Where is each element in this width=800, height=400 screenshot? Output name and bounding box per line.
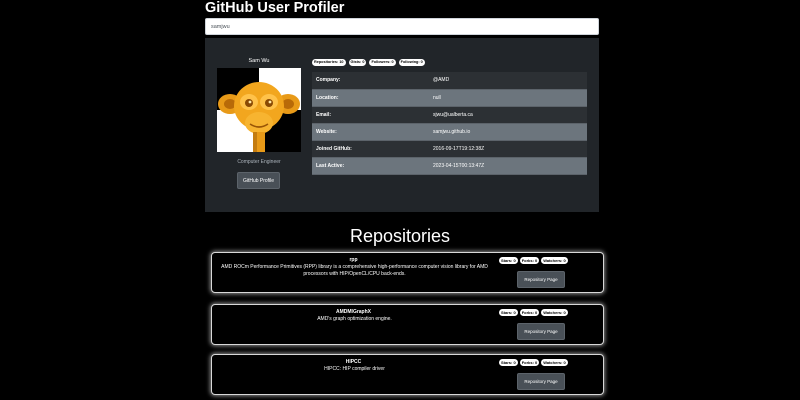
repo-name: AMDMIGraphX (336, 309, 371, 315)
repository-page-button[interactable]: Repository Page (517, 271, 565, 288)
company-value: @AMD (429, 72, 587, 90)
user-name: Sam Wu (248, 58, 270, 64)
table-row: Website: samjwu.github.io (312, 123, 587, 141)
profile-stats-badges: Repositories: 10 Gists: 0 Followers: 0 F… (312, 59, 425, 66)
table-row: Last Active: 2023-04-15T00:13:47Z (312, 157, 587, 175)
forks-badge: Forks: 0 (519, 257, 540, 264)
repo-card-hipcc: HIPCC HIPCC: HIP compiler driver Stars: … (211, 354, 604, 395)
monkey-head-icon (217, 68, 301, 152)
watchers-badge: Watchers: 0 (541, 359, 568, 366)
table-row: Location: null (312, 89, 587, 107)
repository-page-button[interactable]: Repository Page (517, 323, 565, 340)
joined-value: 2016-09-17T19:12:38Z (429, 140, 587, 158)
location-value: null (429, 89, 587, 107)
user-bio: Computer Engineer (237, 159, 281, 165)
last-active-value: 2023-04-15T00:13:47Z (429, 157, 587, 175)
repo-card-amdmigraphx: AMDMIGraphX AMD's graph optimization eng… (211, 304, 604, 345)
forks-badge: Forks: 0 (519, 309, 540, 316)
company-label: Company: (312, 72, 429, 90)
repo-description: HIPCC: HIP compiler driver (324, 366, 385, 372)
repo-stats: Stars: 0 Forks: 0 Watchers: 0 (499, 257, 568, 264)
website-label: Website: (312, 123, 429, 141)
website-value: samjwu.github.io (429, 123, 587, 141)
email-label: Email: (312, 106, 429, 124)
repositories-count-badge: Repositories: 10 (312, 59, 346, 66)
joined-label: Joined GitHub: (312, 140, 429, 158)
repo-stats: Stars: 0 Forks: 0 Watchers: 0 (499, 309, 568, 316)
watchers-badge: Watchers: 0 (541, 257, 568, 264)
repositories-heading: Repositories (349, 226, 451, 246)
following-count-badge: Following: 0 (398, 59, 425, 66)
stars-badge: Stars: 0 (499, 257, 518, 264)
table-row: Company: @AMD (312, 72, 587, 90)
username-search-input[interactable] (205, 18, 599, 35)
last-active-label: Last Active: (312, 157, 429, 175)
table-row: Joined GitHub: 2016-09-17T19:12:38Z (312, 140, 587, 158)
gists-count-badge: Gists: 0 (348, 59, 367, 66)
repo-description: AMD's graph optimization engine. (317, 316, 392, 322)
github-profile-button[interactable]: GitHub Profile (237, 172, 280, 189)
table-row: Email: sjwu@ualberta.ca (312, 106, 587, 124)
watchers-badge: Watchers: 0 (541, 309, 568, 316)
app-title: GitHub User Profiler (205, 0, 345, 16)
profile-details-table: Company: @AMD Location: null Email: sjwu… (312, 72, 587, 175)
repo-description: AMD ROCm Performance Primitives (RPP) li… (221, 264, 488, 277)
followers-count-badge: Followers: 0 (369, 59, 396, 66)
repo-card-rpp: rpp AMD ROCm Performance Primitives (RPP… (211, 252, 604, 293)
repo-name: HIPCC (345, 359, 362, 365)
repo-stats: Stars: 0 Forks: 0 Watchers: 0 (499, 359, 568, 366)
stars-badge: Stars: 0 (499, 359, 518, 366)
forks-badge: Forks: 0 (519, 359, 540, 366)
avatar (217, 68, 301, 152)
repo-name: rpp (349, 257, 358, 263)
email-value: sjwu@ualberta.ca (429, 106, 587, 124)
location-label: Location: (312, 89, 429, 107)
repository-page-button[interactable]: Repository Page (517, 373, 565, 390)
stars-badge: Stars: 0 (499, 309, 518, 316)
